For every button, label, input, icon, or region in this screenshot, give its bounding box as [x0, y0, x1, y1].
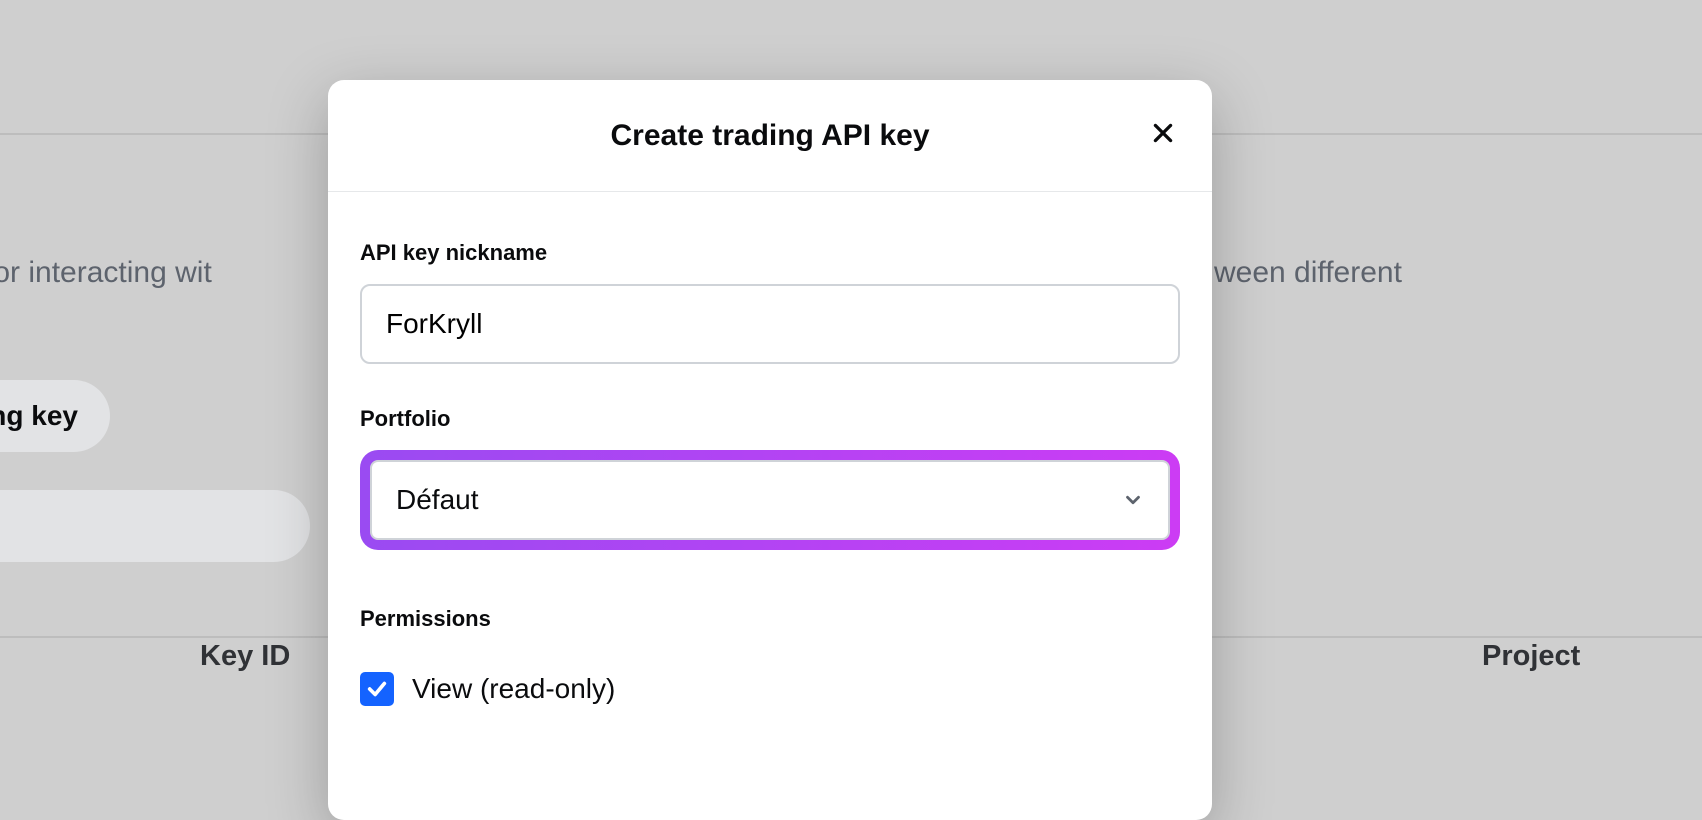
background-tab-trading-key[interactable]: ding key	[0, 380, 110, 452]
permission-view-row: View (read-only)	[360, 672, 1180, 706]
permissions-label: Permissions	[360, 606, 1180, 632]
permission-view-label: View (read-only)	[412, 673, 615, 705]
background-tab-label: ding key	[0, 400, 78, 432]
background-description-fragment-left: missions for interacting wit	[0, 256, 212, 290]
portfolio-selected-value: Défaut	[396, 484, 479, 516]
portfolio-group: Portfolio Défaut	[360, 406, 1180, 550]
close-icon	[1150, 120, 1176, 146]
close-button[interactable]	[1150, 120, 1176, 146]
portfolio-highlight-ring: Défaut	[360, 450, 1180, 550]
column-header-project: Project	[1482, 640, 1580, 673]
nickname-label: API key nickname	[360, 240, 1180, 266]
permission-view-checkbox[interactable]	[360, 672, 394, 706]
nickname-group: API key nickname	[360, 240, 1180, 364]
column-header-key-id: Key ID	[200, 640, 290, 673]
modal-title: Create trading API key	[611, 119, 930, 153]
check-icon	[366, 678, 388, 700]
nickname-input[interactable]	[360, 284, 1180, 364]
portfolio-label: Portfolio	[360, 406, 1180, 432]
portfolio-select[interactable]: Défaut	[370, 460, 1170, 540]
background-description-fragment-right: ween different	[1214, 256, 1402, 290]
modal-header: Create trading API key	[328, 80, 1212, 192]
create-api-key-modal: Create trading API key API key nickname …	[328, 80, 1212, 820]
chevron-down-icon	[1122, 489, 1144, 511]
modal-body: API key nickname Portfolio Défaut Permis…	[328, 192, 1212, 706]
background-tab-secondary[interactable]	[0, 490, 310, 562]
